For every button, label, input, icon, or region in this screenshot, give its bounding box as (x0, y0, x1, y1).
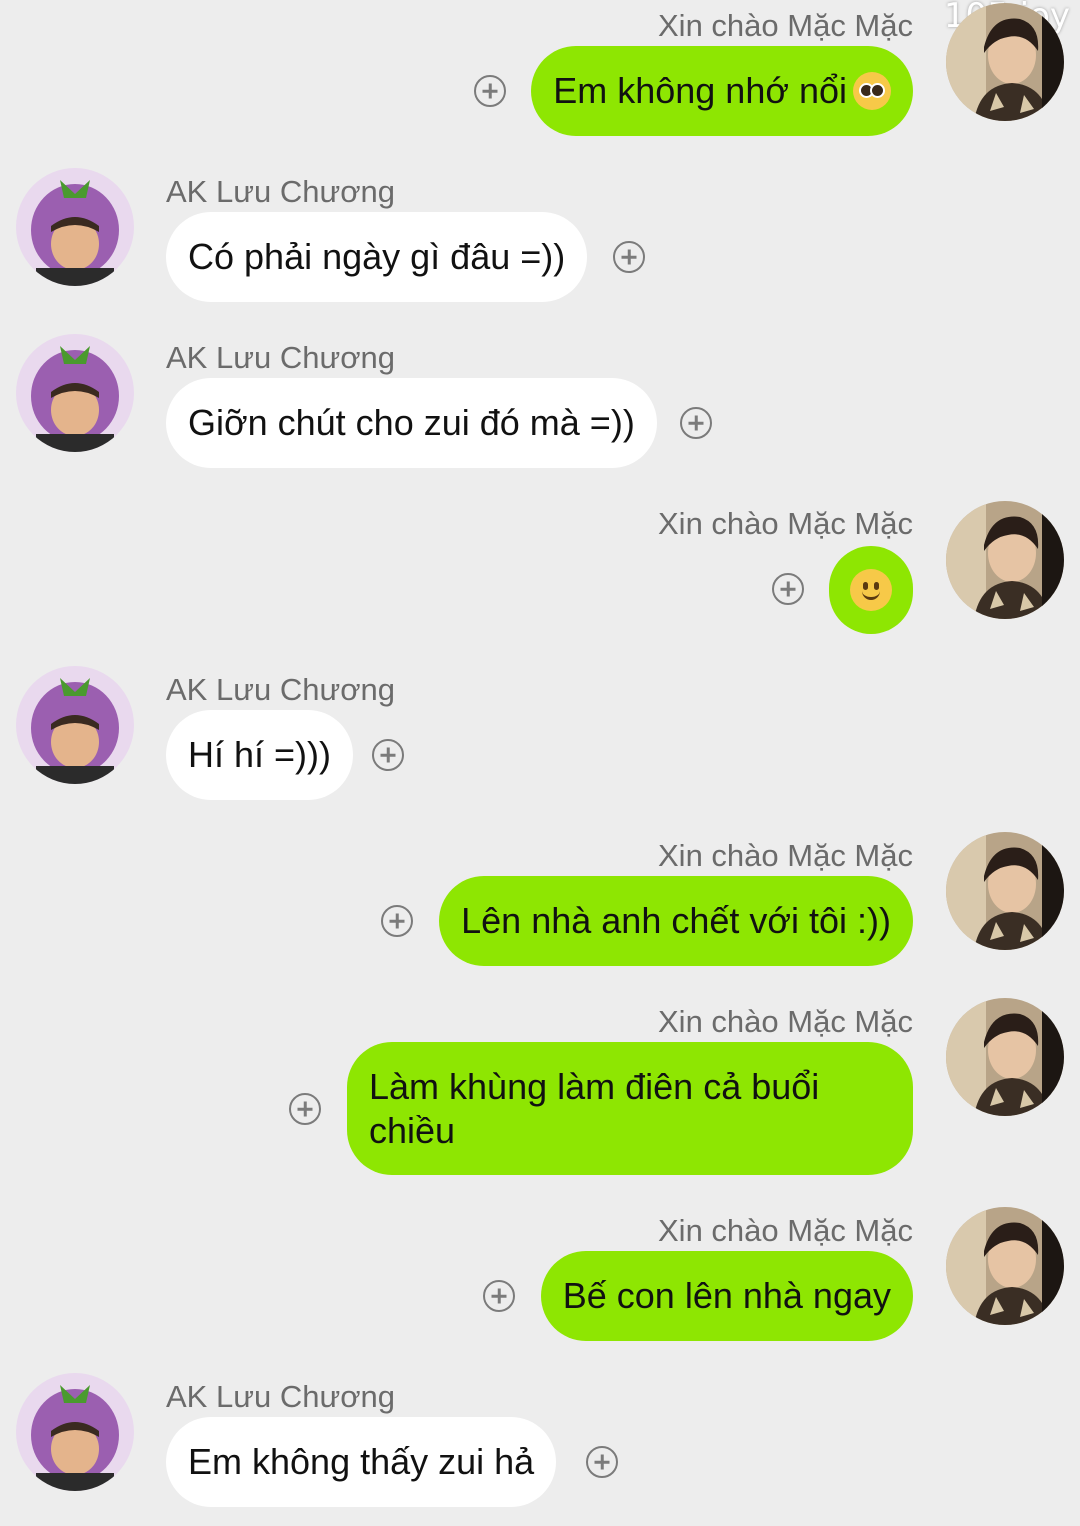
message-text: Làm khùng làm điên cả buổi chiều (369, 1066, 820, 1151)
message-bubble[interactable]: Lên nhà anh chết với tôi :)) (439, 876, 913, 966)
message-bubble[interactable]: Em không thấy zui hả (166, 1417, 557, 1507)
add-reaction-icon[interactable] (772, 573, 804, 605)
add-reaction-icon[interactable] (381, 905, 413, 937)
add-reaction-icon[interactable] (680, 407, 712, 439)
message-text: Có phải ngày gì đâu =)) (188, 236, 566, 277)
message-bubble[interactable]: Làm khùng làm điên cả buổi chiều (347, 1042, 913, 1175)
add-reaction-icon[interactable] (586, 1446, 618, 1478)
avatar[interactable] (946, 832, 1064, 950)
sender-name: Xin chào Mặc Mặc (658, 838, 913, 873)
message-text: Giỡn chút cho zui đó mà =)) (188, 402, 635, 443)
add-reaction-icon[interactable] (474, 75, 506, 107)
message-bubble[interactable]: Bế con lên nhà ngay (540, 1251, 913, 1341)
add-reaction-icon[interactable] (613, 241, 645, 273)
avatar[interactable] (946, 3, 1064, 121)
add-reaction-icon[interactable] (289, 1093, 321, 1125)
message-text: Em không thấy zui hả (188, 1441, 535, 1482)
message-text: Lên nhà anh chết với tôi :)) (461, 900, 891, 941)
avatar[interactable] (16, 334, 134, 452)
avatar[interactable] (16, 1373, 134, 1491)
message-bubble[interactable]: Hí hí =))) (166, 710, 354, 800)
sender-name: Xin chào Mặc Mặc (658, 1213, 913, 1248)
message-bubble[interactable] (829, 546, 913, 634)
message-text: Bế con lên nhà ngay (562, 1275, 891, 1316)
sender-name: Xin chào Mặc Mặc (658, 8, 913, 43)
message-bubble[interactable]: Em không nhớ nổi (531, 46, 913, 136)
sender-name: AK Lưu Chương (166, 1379, 396, 1414)
smiling-face-emoji (850, 569, 892, 611)
sender-name: AK Lưu Chương (166, 672, 396, 707)
pleading-face-emoji (853, 72, 891, 110)
avatar[interactable] (946, 501, 1064, 619)
sender-name: AK Lưu Chương (166, 174, 396, 209)
add-reaction-icon[interactable] (483, 1280, 515, 1312)
add-reaction-icon[interactable] (372, 739, 404, 771)
sender-name: Xin chào Mặc Mặc (658, 1004, 913, 1039)
sender-name: AK Lưu Chương (166, 340, 396, 375)
avatar[interactable] (16, 666, 134, 784)
message-bubble[interactable]: Có phải ngày gì đâu =)) (166, 212, 588, 302)
message-text: Hí hí =))) (188, 734, 332, 775)
avatar[interactable] (946, 998, 1064, 1116)
avatar[interactable] (946, 1207, 1064, 1325)
sender-name: Xin chào Mặc Mặc (658, 506, 913, 541)
message-bubble[interactable]: Giỡn chút cho zui đó mà =)) (166, 378, 657, 468)
avatar[interactable] (16, 168, 134, 286)
message-text: Em không nhớ nổi (553, 70, 847, 111)
